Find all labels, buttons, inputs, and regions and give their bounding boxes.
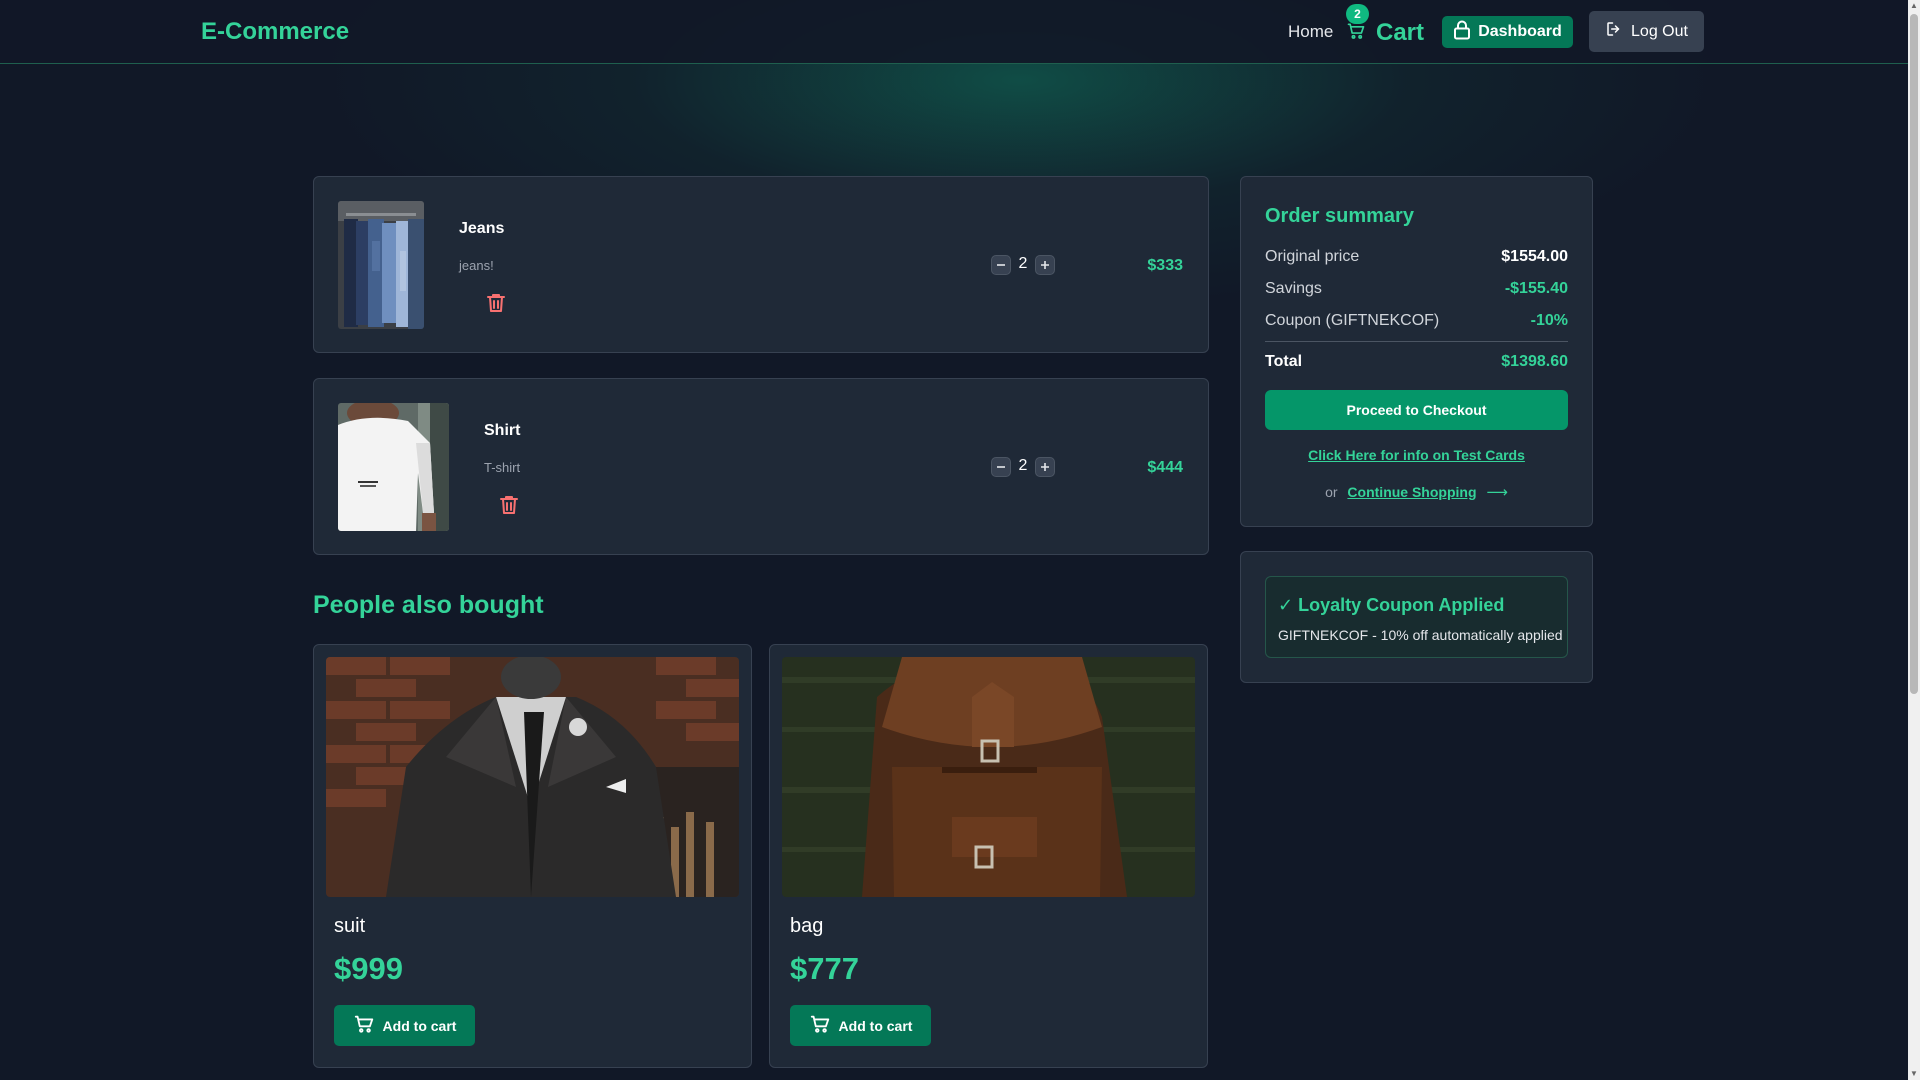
quantity-value: 2 <box>1018 457 1028 474</box>
coupon-label: Coupon (GIFTNEKCOF) <box>1265 312 1440 329</box>
trash-icon[interactable] <box>497 493 521 517</box>
trash-icon[interactable] <box>484 291 508 315</box>
increase-quantity-button[interactable] <box>1035 457 1055 477</box>
nav-home-link[interactable]: Home <box>1288 22 1333 42</box>
recommendation-price: $777 <box>790 951 859 986</box>
item-name: Jeans <box>459 220 505 237</box>
loyalty-text: GIFTNEKCOF - 10% off automatically appli… <box>1278 627 1563 643</box>
test-cards-link[interactable]: Click Here for info on Test Cards <box>1241 447 1592 463</box>
decrease-quantity-button[interactable] <box>991 457 1011 477</box>
savings-label: Savings <box>1265 280 1322 297</box>
add-to-cart-button[interactable]: Add to cart <box>790 1005 931 1046</box>
logout-icon <box>1605 20 1623 43</box>
total-label: Total <box>1265 353 1303 370</box>
loyalty-panel: ✓ Loyalty Coupon Applied GIFTNEKCOF - 10… <box>1240 551 1593 683</box>
continue-shopping-row: or Continue Shopping ⟶ <box>1241 483 1592 501</box>
coupon-row: Coupon (GIFTNEKCOF) -10% <box>1265 312 1568 334</box>
increase-quantity-button[interactable] <box>1035 255 1055 275</box>
savings-row: Savings -$155.40 <box>1265 280 1568 302</box>
proceed-to-checkout-button[interactable]: Proceed to Checkout <box>1265 390 1568 430</box>
loyalty-coupon-notice: ✓ Loyalty Coupon Applied GIFTNEKCOF - 10… <box>1265 576 1568 658</box>
page-scrollbar[interactable]: ▲ ▼ <box>1908 0 1920 1080</box>
order-summary-title: Order summary <box>1265 205 1414 227</box>
jeans-product-image <box>338 201 424 329</box>
recommendation-price: $999 <box>334 951 403 986</box>
cart-count-badge: 2 <box>1346 4 1369 24</box>
add-to-cart-button[interactable]: Add to cart <box>334 1005 475 1046</box>
item-description: jeans! <box>459 258 494 273</box>
recommendation-card: bag $777 Add to cart <box>769 644 1208 1068</box>
item-description: T-shirt <box>484 460 521 475</box>
summary-divider <box>1265 341 1568 342</box>
suit-product-image <box>326 657 739 897</box>
dashboard-label: Dashboard <box>1478 23 1562 40</box>
arrow-right-icon[interactable]: ⟶ <box>1486 484 1508 501</box>
scrollbar-thumb[interactable] <box>1910 14 1918 694</box>
brand-logo[interactable]: E-Commerce <box>201 18 349 46</box>
or-text: or <box>1325 484 1338 500</box>
dashboard-button[interactable]: Dashboard <box>1442 16 1573 48</box>
logout-button[interactable]: Log Out <box>1589 11 1704 52</box>
people-also-bought-title: People also bought <box>313 591 544 619</box>
item-price: $444 <box>1147 459 1183 476</box>
recommendation-card: suit $999 Add to cart <box>313 644 752 1068</box>
bag-product-image <box>782 657 1195 897</box>
add-to-cart-label: Add to cart <box>382 1017 457 1034</box>
recommendation-name: bag <box>790 915 824 937</box>
quantity-value: 2 <box>1018 255 1028 272</box>
shirt-product-image <box>338 403 449 531</box>
original-price-label: Original price <box>1265 248 1360 265</box>
item-name: Shirt <box>484 422 521 439</box>
cart-icon <box>353 1013 375 1038</box>
scroll-down-icon[interactable]: ▼ <box>1908 1068 1920 1080</box>
savings-value: -$155.40 <box>1504 280 1568 297</box>
loyalty-title: ✓ Loyalty Coupon Applied <box>1278 595 1505 615</box>
total-value: $1398.60 <box>1501 353 1568 370</box>
cart-item: Shirt T-shirt 2 $444 <box>313 378 1209 555</box>
cart-icon <box>809 1013 831 1038</box>
order-summary-panel: Order summary Original price $1554.00 Sa… <box>1240 176 1593 527</box>
navbar: E-Commerce Home Cart 2 Dashboard Log Out <box>0 0 1908 64</box>
recommendation-name: suit <box>334 915 366 937</box>
original-price-value: $1554.00 <box>1501 248 1568 265</box>
item-price: $333 <box>1147 257 1183 274</box>
scroll-up-icon[interactable]: ▲ <box>1908 0 1920 12</box>
cart-item: Jeans jeans! 2 $333 <box>313 176 1209 353</box>
cart-label: Cart <box>1376 19 1425 46</box>
decrease-quantity-button[interactable] <box>991 255 1011 275</box>
lock-icon <box>1453 20 1471 45</box>
total-row: Total $1398.60 <box>1265 353 1568 375</box>
coupon-value: -10% <box>1530 312 1568 329</box>
continue-shopping-link[interactable]: Continue Shopping <box>1347 484 1476 500</box>
logout-label: Log Out <box>1631 22 1688 40</box>
cart-icon <box>1346 21 1366 46</box>
original-price-row: Original price $1554.00 <box>1265 248 1568 270</box>
add-to-cart-label: Add to cart <box>838 1017 913 1034</box>
